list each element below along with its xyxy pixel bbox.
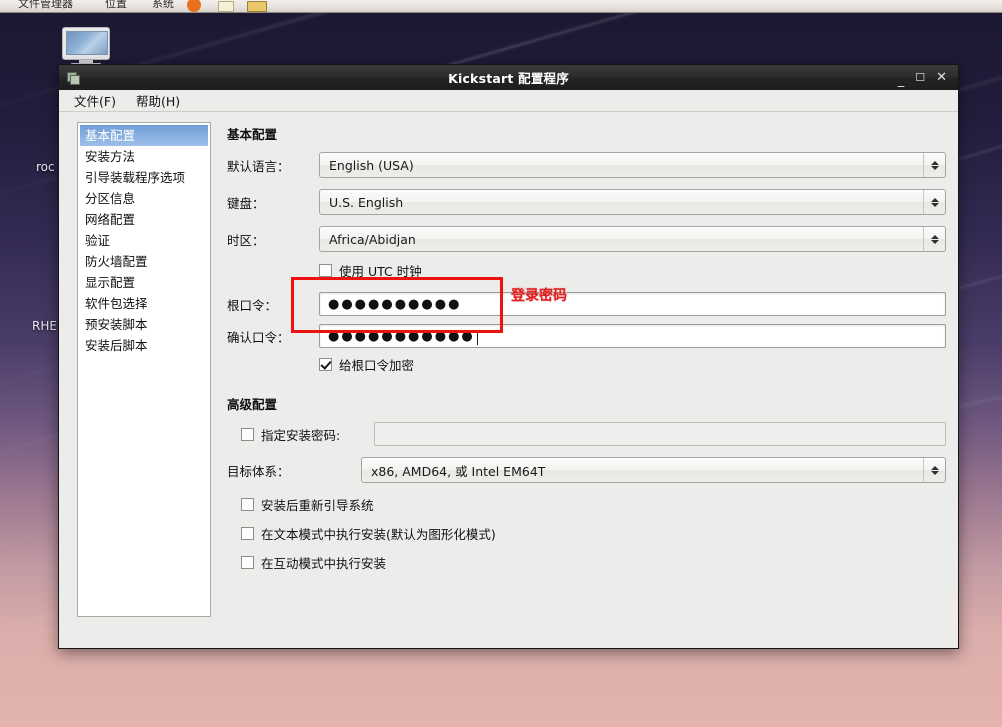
sidebar-item-partition-info[interactable]: 分区信息 bbox=[80, 188, 208, 209]
section-list[interactable]: 基本配置 安装方法 引导装载程序选项 分区信息 网络配置 验证 防火墙配置 显示… bbox=[77, 122, 211, 617]
label-root-password: 根口令： bbox=[227, 297, 278, 313]
row-keyboard: 键盘： U.S. English bbox=[227, 189, 946, 215]
basic-config-panel: 基本配置 默认语言： English (USA) 键盘： U.S. Englis… bbox=[227, 122, 946, 636]
help-icon[interactable] bbox=[218, 1, 234, 12]
chevron-updown-icon[interactable] bbox=[923, 153, 945, 177]
reboot-after-install-row[interactable]: 安装后重新引导系统 bbox=[241, 495, 946, 514]
label-target-arch: 目标体系： bbox=[227, 463, 290, 479]
interactive-mode-install-row[interactable]: 在互动模式中执行安装 bbox=[241, 553, 946, 572]
chevron-updown-icon[interactable] bbox=[923, 227, 945, 251]
kickstart-configurator-window: Kickstart 配置程序 _ ☐ ✕ 文件(F) 帮助(H) 基本配置 安装… bbox=[58, 64, 959, 649]
target-arch-value: x86, AMD64, 或 Intel EM64T bbox=[371, 463, 546, 479]
monitor-screen bbox=[66, 31, 108, 55]
label-install-password: 指定安装密码: bbox=[261, 427, 341, 443]
label-keyboard: 键盘： bbox=[227, 195, 265, 211]
row-install-password: 指定安装密码: bbox=[227, 422, 946, 446]
sidebar-item-post-script[interactable]: 安装后脚本 bbox=[80, 335, 208, 356]
reboot-after-install-label: 安装后重新引导系统 bbox=[261, 498, 374, 513]
advanced-config-heading: 高级配置 bbox=[227, 397, 278, 412]
monitor-body bbox=[62, 27, 110, 60]
desktop: 文件管理器 位置 系统 roc RHE Kickstart 配置程序 _ ☐ ✕ bbox=[0, 0, 1002, 727]
sidebar-item-basic-config[interactable]: 基本配置 bbox=[80, 125, 208, 146]
window-titlebar[interactable]: Kickstart 配置程序 _ ☐ ✕ bbox=[59, 65, 958, 90]
utc-clock-label: 使用 UTC 时钟 bbox=[339, 264, 422, 279]
install-password-input[interactable] bbox=[374, 422, 946, 446]
basic-config-heading: 基本配置 bbox=[227, 127, 278, 142]
root-password-value: ●●●●●●●●●● bbox=[328, 296, 462, 312]
window-controls: _ ☐ ✕ bbox=[898, 71, 953, 87]
interactive-mode-install-checkbox[interactable] bbox=[241, 556, 254, 569]
confirm-password-input[interactable]: ●●●●●●●●●●● bbox=[319, 324, 946, 348]
timezone-select[interactable]: Africa/Abidjan bbox=[319, 226, 946, 252]
menu-help[interactable]: 帮助(H) bbox=[129, 89, 187, 112]
desktop-top-panel[interactable]: 文件管理器 位置 系统 bbox=[0, 0, 1002, 13]
sidebar-item-bootloader[interactable]: 引导装载程序选项 bbox=[80, 167, 208, 188]
desktop-label-rhel: RHE bbox=[32, 319, 57, 333]
chevron-updown-icon[interactable] bbox=[923, 458, 945, 482]
label-timezone: 时区： bbox=[227, 232, 265, 248]
encrypt-root-password-checkbox[interactable] bbox=[319, 358, 332, 371]
window-title: Kickstart 配置程序 bbox=[448, 71, 569, 86]
desktop-label-root: roc bbox=[36, 160, 55, 174]
sidebar-item-display-config[interactable]: 显示配置 bbox=[80, 272, 208, 293]
label-confirm-password: 确认口令： bbox=[227, 329, 290, 345]
label-default-language: 默认语言： bbox=[227, 158, 290, 174]
root-password-input[interactable]: ●●●●●●●●●● bbox=[319, 292, 946, 316]
window-body: 基本配置 安装方法 引导装载程序选项 分区信息 网络配置 验证 防火墙配置 显示… bbox=[59, 112, 958, 648]
sidebar-item-install-method[interactable]: 安装方法 bbox=[80, 146, 208, 167]
keyboard-select[interactable]: U.S. English bbox=[319, 189, 946, 215]
encrypt-root-password-row[interactable]: 给根口令加密 bbox=[319, 355, 946, 374]
text-mode-install-label: 在文本模式中执行安装(默认为图形化模式) bbox=[261, 527, 496, 542]
advanced-config-panel: 高级配置 指定安装密码: 目标体系： x86, AMD64, 或 Intel E… bbox=[227, 394, 946, 572]
row-target-arch: 目标体系： x86, AMD64, 或 Intel EM64T bbox=[227, 457, 946, 483]
row-default-language: 默认语言： English (USA) bbox=[227, 152, 946, 178]
panel-menu-system[interactable]: 系统 bbox=[152, 0, 174, 11]
sidebar-item-package-selection[interactable]: 软件包选择 bbox=[80, 293, 208, 314]
utc-clock-row[interactable]: 使用 UTC 时钟 bbox=[319, 261, 946, 280]
menu-file[interactable]: 文件(F) bbox=[67, 89, 123, 112]
text-mode-install-checkbox[interactable] bbox=[241, 527, 254, 540]
panel-menu-places[interactable]: 位置 bbox=[105, 0, 127, 11]
minimize-button[interactable]: _ bbox=[898, 74, 905, 87]
target-arch-select[interactable]: x86, AMD64, 或 Intel EM64T bbox=[361, 457, 946, 483]
default-language-select[interactable]: English (USA) bbox=[319, 152, 946, 178]
text-mode-install-row[interactable]: 在文本模式中执行安装(默认为图形化模式) bbox=[241, 524, 946, 543]
default-language-value: English (USA) bbox=[329, 157, 414, 173]
row-root-password: 根口令： ●●●●●●●●●● bbox=[227, 292, 946, 316]
sidebar-item-authentication[interactable]: 验证 bbox=[80, 230, 208, 251]
interactive-mode-install-label: 在互动模式中执行安装 bbox=[261, 556, 387, 571]
sidebar-item-network-config[interactable]: 网络配置 bbox=[80, 209, 208, 230]
sidebar-item-firewall-config[interactable]: 防火墙配置 bbox=[80, 251, 208, 272]
terminal-icon[interactable] bbox=[247, 1, 267, 12]
utc-clock-checkbox[interactable] bbox=[319, 264, 332, 277]
sidebar-item-pre-script[interactable]: 预安装脚本 bbox=[80, 314, 208, 335]
maximize-button[interactable]: ☐ bbox=[915, 72, 925, 83]
encrypt-root-password-label: 给根口令加密 bbox=[339, 358, 415, 373]
kickstart-app-icon bbox=[66, 70, 82, 86]
chevron-updown-icon[interactable] bbox=[923, 190, 945, 214]
firefox-icon[interactable] bbox=[187, 0, 201, 12]
menubar: 文件(F) 帮助(H) bbox=[59, 90, 958, 112]
row-confirm-password: 确认口令： ●●●●●●●●●●● bbox=[227, 324, 946, 348]
install-password-checkbox[interactable] bbox=[241, 427, 254, 441]
computer-monitor-icon[interactable] bbox=[62, 27, 110, 67]
confirm-password-value: ●●●●●●●●●●● bbox=[328, 328, 475, 344]
close-button[interactable]: ✕ bbox=[936, 71, 947, 84]
reboot-after-install-checkbox[interactable] bbox=[241, 498, 254, 511]
panel-menu-applications[interactable]: 文件管理器 bbox=[18, 0, 73, 11]
timezone-value: Africa/Abidjan bbox=[329, 231, 416, 247]
annotation-label: 登录密码 bbox=[511, 288, 567, 304]
row-timezone: 时区： Africa/Abidjan bbox=[227, 226, 946, 252]
keyboard-value: U.S. English bbox=[329, 194, 404, 210]
text-cursor bbox=[476, 331, 478, 345]
